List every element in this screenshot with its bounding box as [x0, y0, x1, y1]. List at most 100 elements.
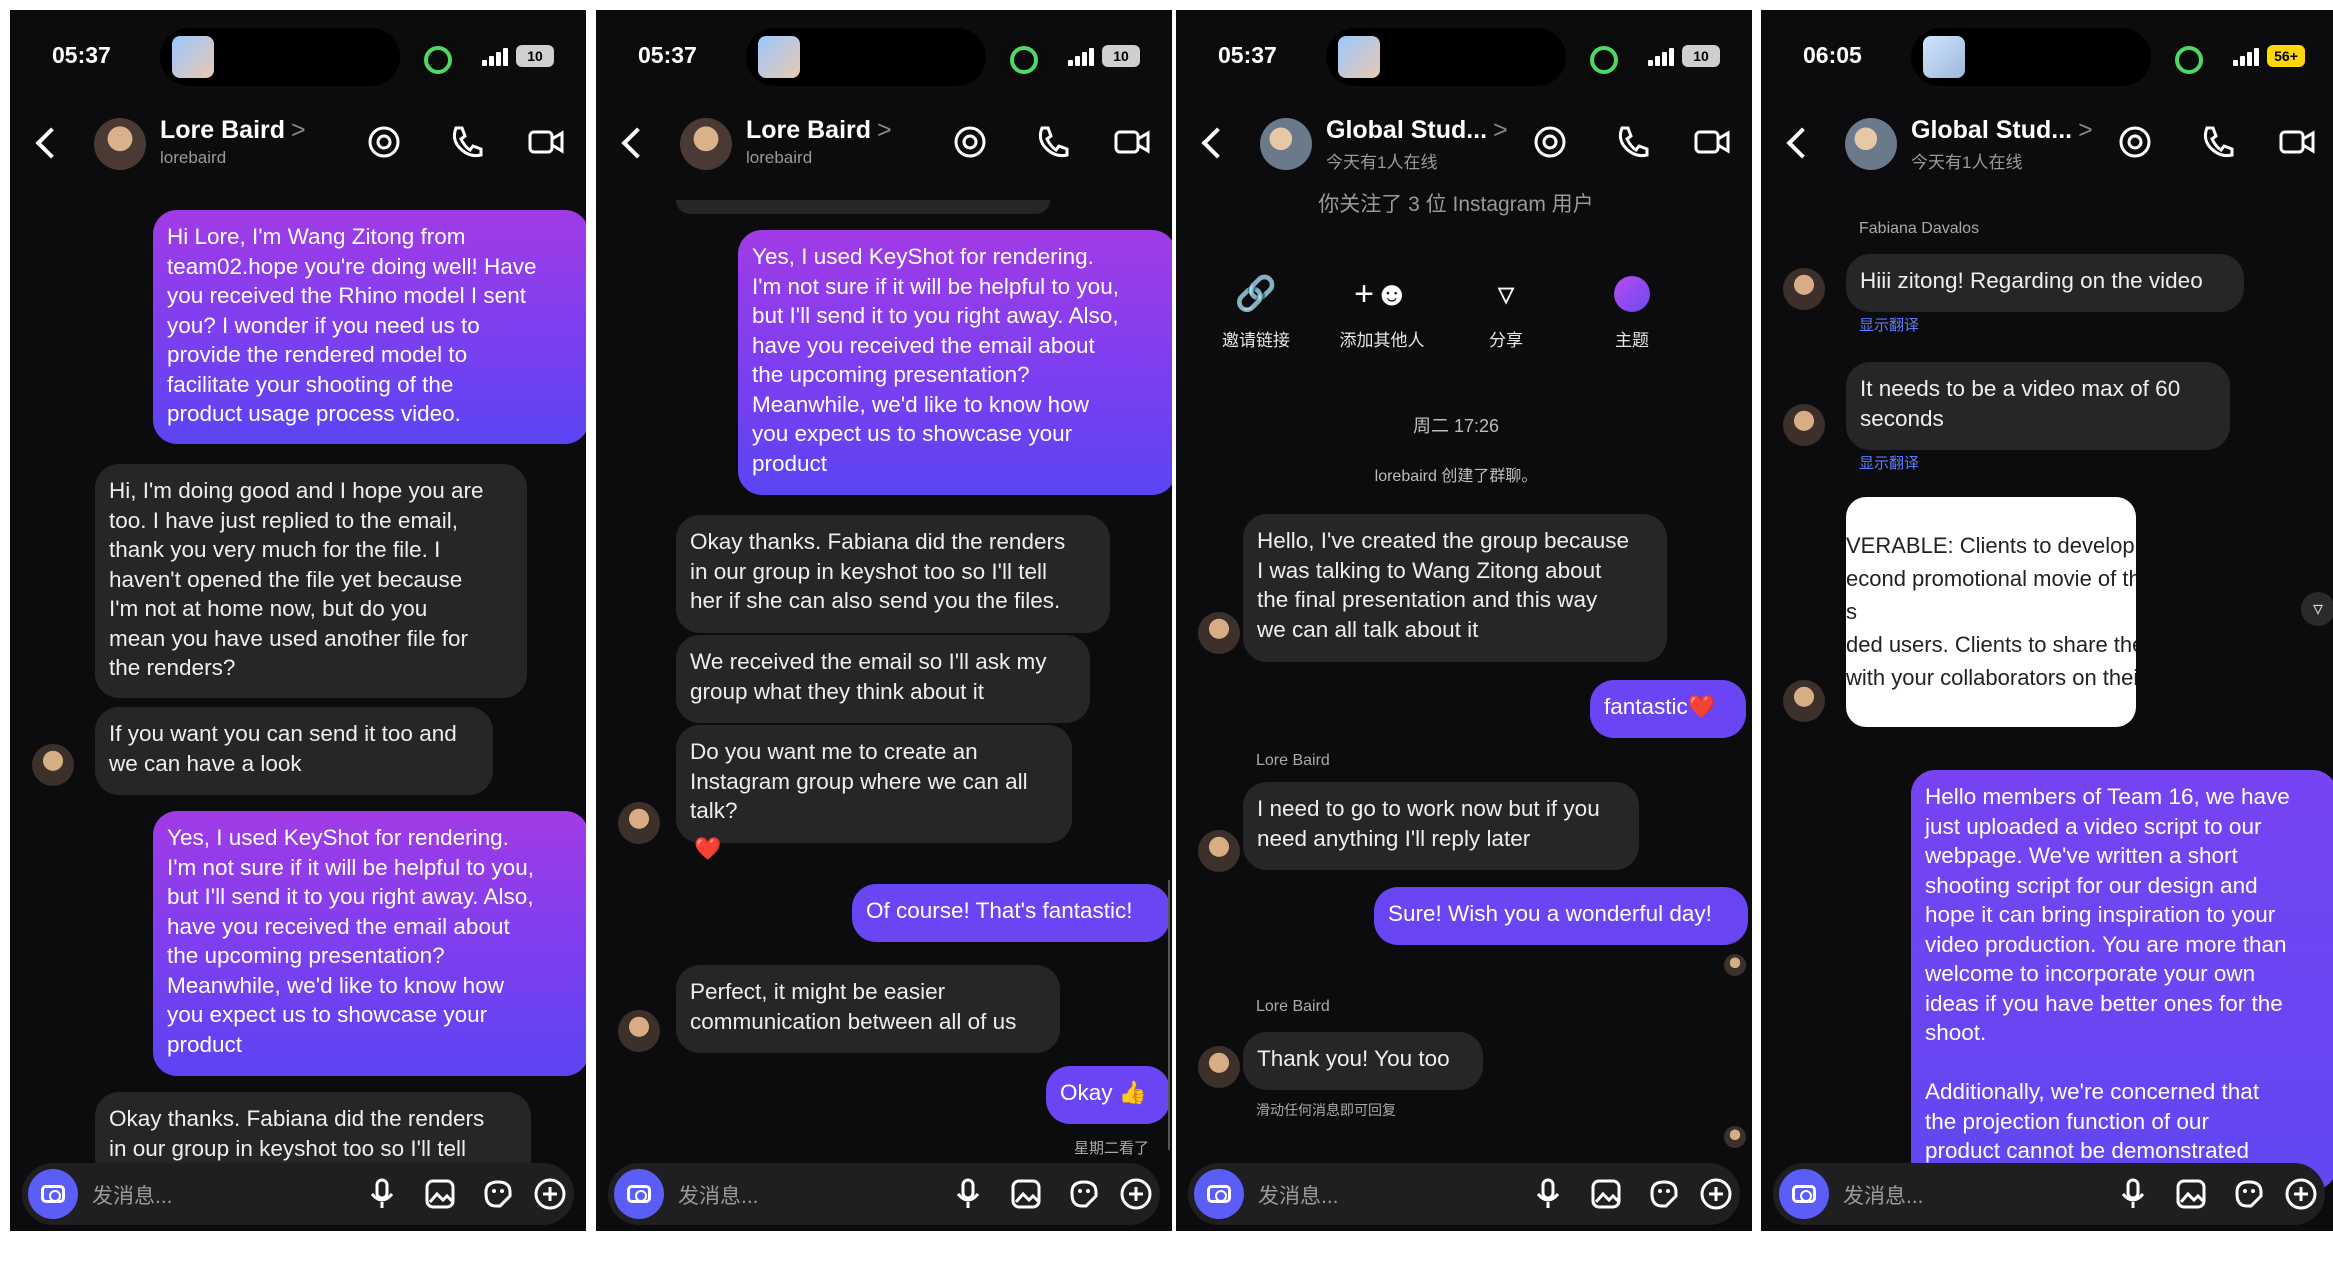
message-input[interactable]: 发消息... — [678, 1180, 759, 1210]
message-incoming[interactable]: If you want you can send it too and we c… — [95, 707, 493, 795]
chat-title[interactable]: Global Stud... > — [1911, 116, 2093, 145]
theme-button[interactable]: 主题 — [1582, 272, 1682, 351]
sender-name: Lore Baird — [1256, 998, 1330, 1015]
message-composer[interactable]: 发消息... — [1188, 1163, 1740, 1225]
action-label: 主题 — [1615, 331, 1649, 350]
sticker-icon[interactable] — [1646, 1176, 1682, 1212]
sender-avatar — [618, 802, 660, 844]
effects-icon[interactable] — [364, 122, 404, 162]
chat-title[interactable]: Global Stud... > — [1326, 116, 1508, 145]
plus-icon[interactable] — [532, 1176, 568, 1212]
back-arrow-icon[interactable] — [35, 127, 67, 159]
phone-icon[interactable] — [446, 122, 486, 162]
follow-info: 你关注了 3 位 Instagram 用户 — [1318, 193, 1594, 216]
phone-icon[interactable] — [2197, 122, 2237, 162]
chat-title[interactable]: Lore Baird > — [746, 116, 892, 145]
camera-icon[interactable] — [1779, 1169, 1829, 1219]
camera-icon[interactable] — [1194, 1169, 1244, 1219]
message-outgoing[interactable]: Of course! That's fantastic! — [852, 884, 1170, 942]
add-people-button[interactable]: +☻ 添加其他人 — [1332, 272, 1432, 351]
chat-subtitle: 今天有1人在线 — [1911, 153, 2023, 172]
action-label: 邀请链接 — [1222, 331, 1290, 350]
microphone-icon[interactable] — [1530, 1176, 1566, 1212]
message-composer[interactable]: 发消息... — [1773, 1163, 2325, 1225]
message-outgoing[interactable]: Hi Lore, I'm Wang Zitong from team02.hop… — [153, 210, 586, 444]
scrollbar[interactable] — [1168, 880, 1170, 1150]
message-outgoing[interactable]: Okay 👍 — [1046, 1066, 1170, 1124]
message-input[interactable]: 发消息... — [1843, 1180, 1924, 1210]
camera-icon[interactable] — [28, 1169, 78, 1219]
avatar[interactable] — [94, 118, 146, 170]
share-button[interactable]: ▿ 分享 — [1456, 272, 1556, 351]
video-call-icon[interactable] — [1692, 122, 1732, 162]
avatar[interactable] — [680, 118, 732, 170]
back-arrow-icon[interactable] — [1201, 127, 1233, 159]
message-outgoing[interactable]: Yes, I used KeyShot for rendering. I'm n… — [153, 811, 586, 1076]
message-composer[interactable]: 发消息... — [22, 1163, 574, 1225]
media-thumbnail-icon — [1923, 36, 1965, 78]
seen-avatar — [1724, 1126, 1746, 1148]
video-call-icon[interactable] — [2277, 122, 2317, 162]
gallery-icon[interactable] — [2173, 1176, 2209, 1212]
status-time: 05:37 — [1218, 42, 1277, 68]
message-incoming[interactable]: Do you want me to create an Instagram gr… — [676, 725, 1072, 843]
plus-icon[interactable] — [2283, 1176, 2319, 1212]
message-incoming[interactable]: Okay thanks. Fabiana did the renders in … — [676, 515, 1110, 633]
message-incoming[interactable]: Perfect, it might be easier communicatio… — [676, 965, 1060, 1053]
microphone-icon[interactable] — [950, 1176, 986, 1212]
chat-username: lorebaird — [746, 148, 813, 167]
sticker-icon[interactable] — [1066, 1176, 1102, 1212]
plus-icon[interactable] — [1698, 1176, 1734, 1212]
message-incoming[interactable]: Hello, I've created the group because I … — [1243, 514, 1667, 662]
sender-avatar — [1783, 680, 1825, 722]
heart-reaction-icon[interactable]: ❤️ — [694, 836, 721, 862]
message-outgoing[interactable]: fantastic❤️ — [1590, 680, 1746, 738]
invite-link-button[interactable]: 🔗 邀请链接 — [1206, 272, 1306, 351]
system-message: lorebaird 创建了群聊。 — [1374, 468, 1538, 485]
share-icon[interactable]: ▿ — [2301, 592, 2333, 626]
microphone-icon[interactable] — [2115, 1176, 2151, 1212]
message-incoming[interactable]: Hi, I'm doing good and I hope you are to… — [95, 464, 527, 698]
shared-document-image[interactable]: VERABLE: Clients to develop a maximu eco… — [1846, 497, 2136, 727]
phone-icon[interactable] — [1612, 122, 1652, 162]
message-input[interactable]: 发消息... — [92, 1180, 173, 1210]
plus-icon[interactable] — [1118, 1176, 1154, 1212]
message-incoming[interactable]: I need to go to work now but if you need… — [1243, 782, 1639, 870]
link-icon: 🔗 — [1234, 275, 1278, 313]
effects-icon[interactable] — [2115, 122, 2155, 162]
camera-icon[interactable] — [614, 1169, 664, 1219]
effects-icon[interactable] — [1530, 122, 1570, 162]
group-avatar[interactable] — [1845, 118, 1897, 170]
message-incoming[interactable]: We received the email so I'll ask my gro… — [676, 635, 1090, 723]
back-arrow-icon[interactable] — [621, 127, 653, 159]
translate-link[interactable]: 显示翻译 — [1859, 314, 1919, 335]
sticker-icon[interactable] — [2231, 1176, 2267, 1212]
status-time: 05:37 — [638, 42, 697, 68]
video-call-icon[interactable] — [1112, 122, 1152, 162]
gallery-icon[interactable] — [422, 1176, 458, 1212]
message-incoming[interactable]: Hiii zitong! Regarding on the video — [1846, 254, 2244, 312]
effects-icon[interactable] — [950, 122, 990, 162]
message-input[interactable]: 发消息... — [1258, 1180, 1339, 1210]
message-outgoing[interactable]: Sure! Wish you a wonderful day! — [1374, 887, 1748, 945]
message-outgoing[interactable]: Hello members of Team 16, we have just u… — [1911, 770, 2333, 1190]
chat-title[interactable]: Lore Baird > — [160, 116, 306, 145]
translate-link[interactable]: 显示翻译 — [1859, 452, 1919, 473]
video-call-icon[interactable] — [526, 122, 566, 162]
signal-icon — [482, 48, 510, 66]
message-incoming[interactable]: It needs to be a video max of 60 seconds — [1846, 362, 2230, 450]
group-avatar[interactable] — [1260, 118, 1312, 170]
message-composer[interactable]: 发消息... — [608, 1163, 1160, 1225]
sender-name: Fabiana Davalos — [1859, 220, 1980, 237]
battery-icon: 56+ — [2267, 45, 2305, 67]
back-arrow-icon[interactable] — [1786, 127, 1818, 159]
microphone-icon[interactable] — [364, 1176, 400, 1212]
sticker-icon[interactable] — [480, 1176, 516, 1212]
phone-icon[interactable] — [1032, 122, 1072, 162]
gallery-icon[interactable] — [1588, 1176, 1624, 1212]
chat-subtitle: 今天有1人在线 — [1326, 153, 1438, 172]
message-outgoing[interactable]: Yes, I used KeyShot for rendering. I'm n… — [738, 230, 1172, 495]
gallery-icon[interactable] — [1008, 1176, 1044, 1212]
action-label: 添加其他人 — [1339, 331, 1425, 350]
message-incoming[interactable]: Thank you! You too — [1243, 1032, 1483, 1090]
